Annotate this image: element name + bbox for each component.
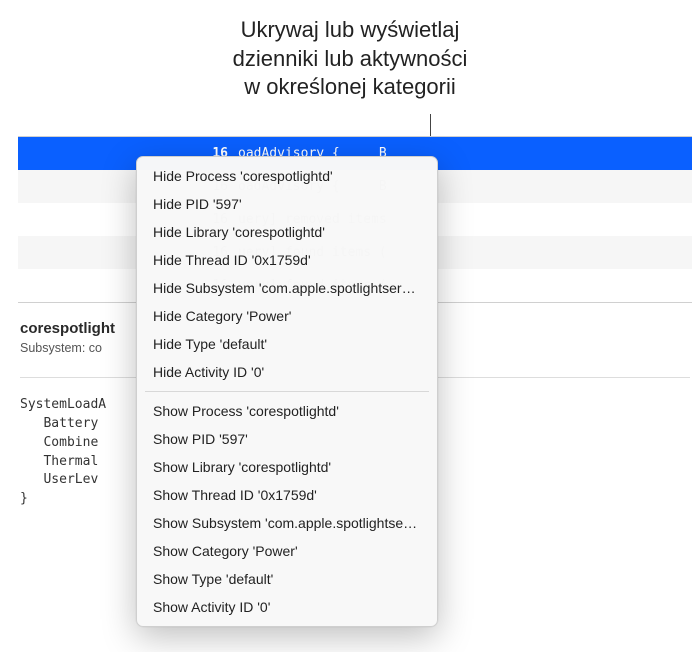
menu-item-hide-thread[interactable]: Hide Thread ID '0x1759d' (137, 246, 437, 274)
menu-item-show-pid[interactable]: Show PID '597' (137, 425, 437, 453)
menu-item-hide-process[interactable]: Hide Process 'corespotlightd' (137, 162, 437, 190)
menu-item-hide-subsystem[interactable]: Hide Subsystem 'com.apple.spotlightserve… (137, 274, 437, 302)
callout-text: Ukrywaj lub wyświetlaj dzienniki lub akt… (0, 0, 700, 110)
menu-item-show-thread[interactable]: Show Thread ID '0x1759d' (137, 481, 437, 509)
menu-item-show-category[interactable]: Show Category 'Power' (137, 537, 437, 565)
detail-subsystem-value: co (89, 341, 102, 355)
menu-item-hide-type[interactable]: Hide Type 'default' (137, 330, 437, 358)
callout-line-2: dzienniki lub aktywności (0, 45, 700, 74)
context-menu[interactable]: Hide Process 'corespotlightd' Hide PID '… (136, 156, 438, 627)
menu-item-show-process[interactable]: Show Process 'corespotlightd' (137, 397, 437, 425)
menu-separator (145, 391, 429, 392)
menu-item-show-activity[interactable]: Show Activity ID '0' (137, 593, 437, 621)
detail-subsystem-label: Subsystem: (20, 341, 89, 355)
menu-item-show-type[interactable]: Show Type 'default' (137, 565, 437, 593)
callout-line-1: Ukrywaj lub wyświetlaj (0, 16, 700, 45)
menu-item-show-library[interactable]: Show Library 'corespotlightd' (137, 453, 437, 481)
menu-item-show-subsystem[interactable]: Show Subsystem 'com.apple.spotlightserve… (137, 509, 437, 537)
menu-item-hide-activity[interactable]: Hide Activity ID '0' (137, 358, 437, 386)
menu-item-hide-library[interactable]: Hide Library 'corespotlightd' (137, 218, 437, 246)
menu-item-hide-pid[interactable]: Hide PID '597' (137, 190, 437, 218)
menu-item-hide-category[interactable]: Hide Category 'Power' (137, 302, 437, 330)
callout-line-3: w określonej kategorii (0, 73, 700, 102)
